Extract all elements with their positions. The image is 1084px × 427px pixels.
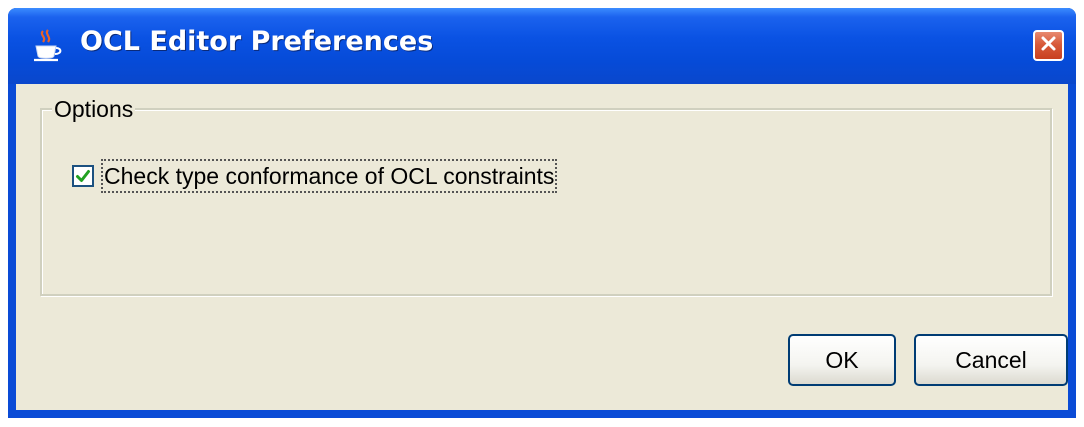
close-button[interactable] bbox=[1033, 30, 1064, 61]
title-bar[interactable]: OCL Editor Preferences bbox=[8, 8, 1076, 84]
java-coffee-cup-icon bbox=[30, 28, 64, 64]
close-icon bbox=[1040, 35, 1057, 57]
check-type-conformance-checkbox[interactable] bbox=[72, 165, 94, 187]
cancel-button[interactable]: Cancel bbox=[914, 334, 1068, 386]
checkmark-icon bbox=[76, 170, 90, 182]
ok-button[interactable]: OK bbox=[788, 334, 896, 386]
window-title: OCL Editor Preferences bbox=[80, 26, 434, 57]
dialog-content: Options Check type conformance of OCL co… bbox=[16, 84, 1068, 410]
dialog-window: OCL Editor Preferences Options Check typ… bbox=[8, 8, 1076, 418]
check-type-conformance-option[interactable]: Check type conformance of OCL constraint… bbox=[72, 159, 558, 193]
options-group-label: Options bbox=[52, 96, 136, 122]
check-type-conformance-label[interactable]: Check type conformance of OCL constraint… bbox=[100, 159, 558, 193]
options-groupbox: Options Check type conformance of OCL co… bbox=[40, 96, 1052, 296]
